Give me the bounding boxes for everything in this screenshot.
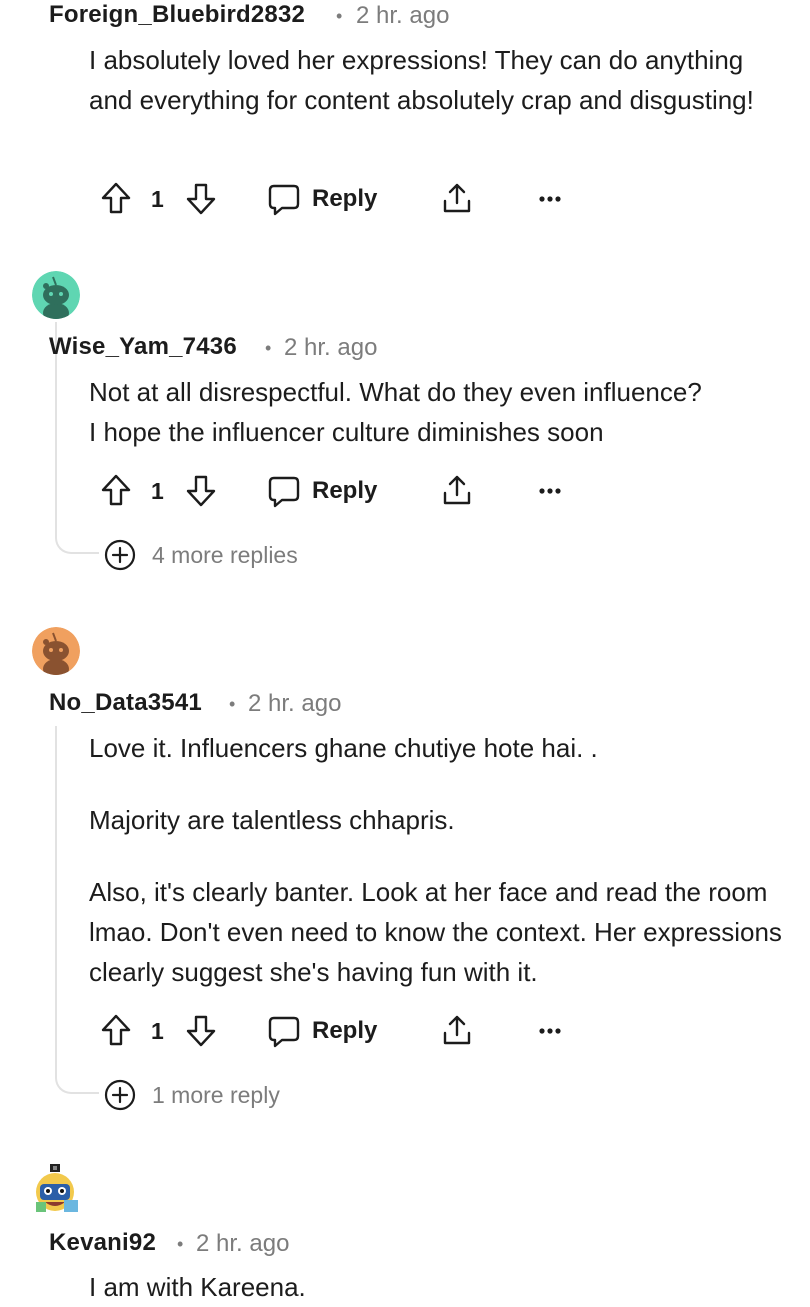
avatar[interactable] <box>32 627 80 675</box>
comment-icon <box>268 184 300 216</box>
avatar[interactable] <box>32 271 80 319</box>
more-replies-label: 1 more reply <box>152 1082 280 1108</box>
comment-timestamp: 2 hr. ago <box>196 1230 290 1257</box>
expand-plus-icon <box>104 539 136 571</box>
share-icon[interactable] <box>441 1014 473 1046</box>
downvote-icon[interactable] <box>186 475 216 507</box>
more-replies-label: 4 more replies <box>152 542 298 568</box>
upvote-icon[interactable] <box>101 182 131 214</box>
separator-dot: • <box>265 338 272 358</box>
comment-author[interactable]: Foreign_Bluebird2832 <box>49 1 305 29</box>
comment-timestamp: 2 hr. ago <box>284 334 378 361</box>
separator-dot: • <box>336 6 343 26</box>
avatar-icon <box>32 627 80 675</box>
avatar[interactable] <box>34 1164 80 1214</box>
comment-author[interactable]: Wise_Yam_7436 <box>49 333 237 361</box>
upvote-icon[interactable] <box>101 1014 131 1046</box>
vote-count: 1 <box>151 1018 164 1044</box>
downvote-icon[interactable] <box>186 183 216 215</box>
reply-label: Reply <box>312 1017 378 1044</box>
comment-timestamp: 2 hr. ago <box>356 2 450 29</box>
vote-count: 1 <box>151 186 164 212</box>
reply-label: Reply <box>312 477 378 504</box>
more-options-icon[interactable] <box>539 196 561 202</box>
comment-body: Not at all disrespectful. What do they e… <box>89 377 702 447</box>
share-icon[interactable] <box>441 182 473 214</box>
comment-author[interactable]: No_Data3541 <box>49 689 202 717</box>
comment-icon <box>268 476 300 508</box>
reply-label: Reply <box>312 185 378 212</box>
comment-body: I absolutely loved her expressions! They… <box>89 45 754 115</box>
comment-body-paragraph: Love it. Influencers ghane chutiye hote … <box>89 733 598 763</box>
avatar-icon <box>36 1164 78 1212</box>
upvote-icon[interactable] <box>101 474 131 506</box>
avatar-icon <box>32 271 80 319</box>
comment-icon <box>268 1016 300 1048</box>
separator-dot: • <box>229 694 236 714</box>
comment-body-paragraph: Majority are talentless chhapris. <box>89 805 455 835</box>
more-options-icon[interactable] <box>539 488 561 494</box>
separator-dot: • <box>177 1234 184 1254</box>
comment-author[interactable]: Kevani92 <box>49 1229 156 1257</box>
downvote-icon[interactable] <box>186 1015 216 1047</box>
more-options-icon[interactable] <box>539 1028 561 1034</box>
expand-plus-icon <box>104 1079 136 1111</box>
comment-body: I am with Kareena. <box>89 1272 306 1302</box>
comment-timestamp: 2 hr. ago <box>248 690 342 717</box>
vote-count: 1 <box>151 478 164 504</box>
comment-body-paragraph: Also, it's clearly banter. Look at her f… <box>89 877 790 987</box>
share-icon[interactable] <box>441 474 473 506</box>
